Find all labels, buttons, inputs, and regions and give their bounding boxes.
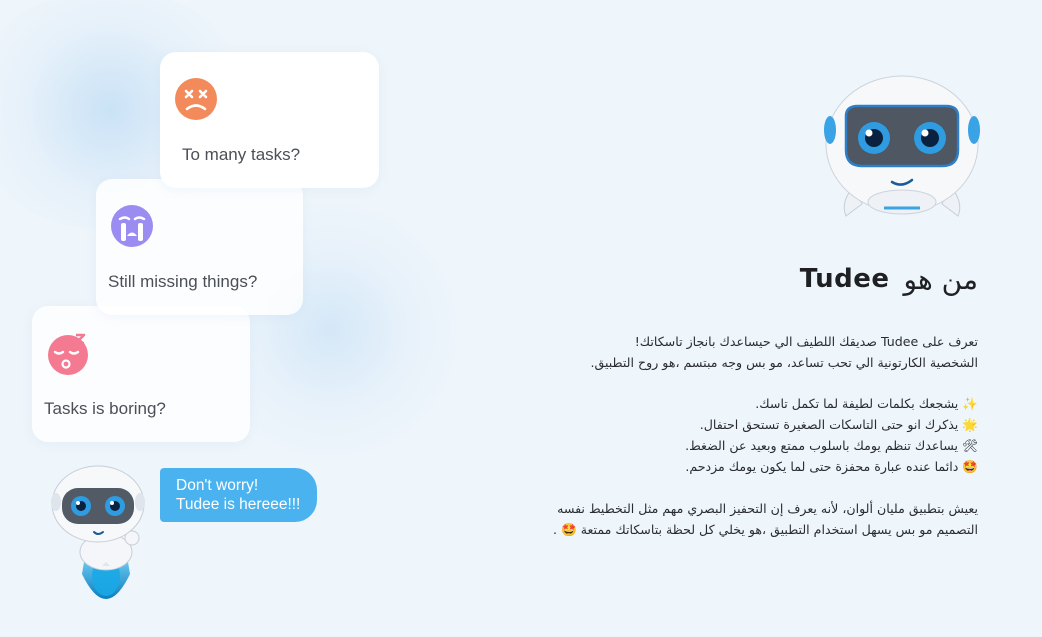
bubble-line: Tudee is hereee!!! [176,496,301,513]
sleeping-face-icon [48,333,88,375]
star-eyes-icon: 🤩 [561,522,577,537]
speech-bubble: Don't worry! Tudee is hereee!!! [160,468,317,522]
intro-paragraph: تعرف على Tudee صديقك اللطيف الي حيساعدك … [508,331,978,373]
star-burst-icon: 🌟 [962,417,978,432]
sparkles-icon: ✨ [962,396,978,411]
title-text: من هو [903,262,978,296]
intro-line: الشخصية الكارتونية الي تحب تساعد، مو بس … [590,355,978,370]
intro-line: تعرف على Tudee صديقك اللطيف الي حيساعدك … [634,334,978,349]
outro-line: التصميم مو بس يسهل استخدام التطبيق ،هو ي… [508,519,978,540]
crying-face-icon [111,205,153,247]
task-card-boring: Tasks is boring? [32,306,250,442]
features-list: ✨يشجعك بكلمات لطيفة لما تكمل تاسك. 🌟يذكر… [508,393,978,477]
task-card-label: Tasks is boring? [44,399,166,418]
dizzy-face-icon [175,78,217,120]
tools-icon: 🛠 [962,438,978,453]
page-title: Tudee من هو [678,256,978,302]
brand-name: Tudee [799,264,890,294]
task-card-too-many: To many tasks? [160,52,379,188]
feature-text: دائما عنده عبارة محفزة حتى لما يكون يومك… [685,459,959,474]
feature-text: يشجعك بكلمات لطيفة لما تكمل تاسك. [755,396,959,411]
outro-paragraph: يعيش بتطبيق مليان ألوان، لأنه يعرف إن ال… [508,498,978,540]
feature-item: 🛠 يساعدك تنظم يومك باسلوب ممتع وبعيد عن ا… [508,435,978,456]
tudee-robot-small [51,465,145,599]
feature-text: يذكرك انو حتى التاسكات الصغيرة تستحق احت… [699,417,959,432]
task-card-label: Still missing things? [108,272,258,291]
feature-item: ✨يشجعك بكلمات لطيفة لما تكمل تاسك. [508,393,978,414]
feature-text: يساعدك تنظم يومك باسلوب ممتع وبعيد عن ال… [685,438,958,453]
outro-line: يعيش بتطبيق مليان ألوان، لأنه يعرف إن ال… [557,501,978,516]
task-card-missing: Still missing things? [96,179,303,315]
star-eyes-icon: 🤩 [962,459,978,474]
task-card-label: To many tasks? [182,145,301,164]
feature-item: 🤩دائما عنده عبارة محفزة حتى لما يكون يوم… [508,456,978,477]
outro-text: التصميم مو بس يسهل استخدام التطبيق ،هو ي… [580,522,978,537]
feature-item: 🌟يذكرك انو حتى التاسكات الصغيرة تستحق اح… [508,414,978,435]
tudee-robot-large [824,75,980,217]
bubble-line: Don't worry! [176,477,259,494]
